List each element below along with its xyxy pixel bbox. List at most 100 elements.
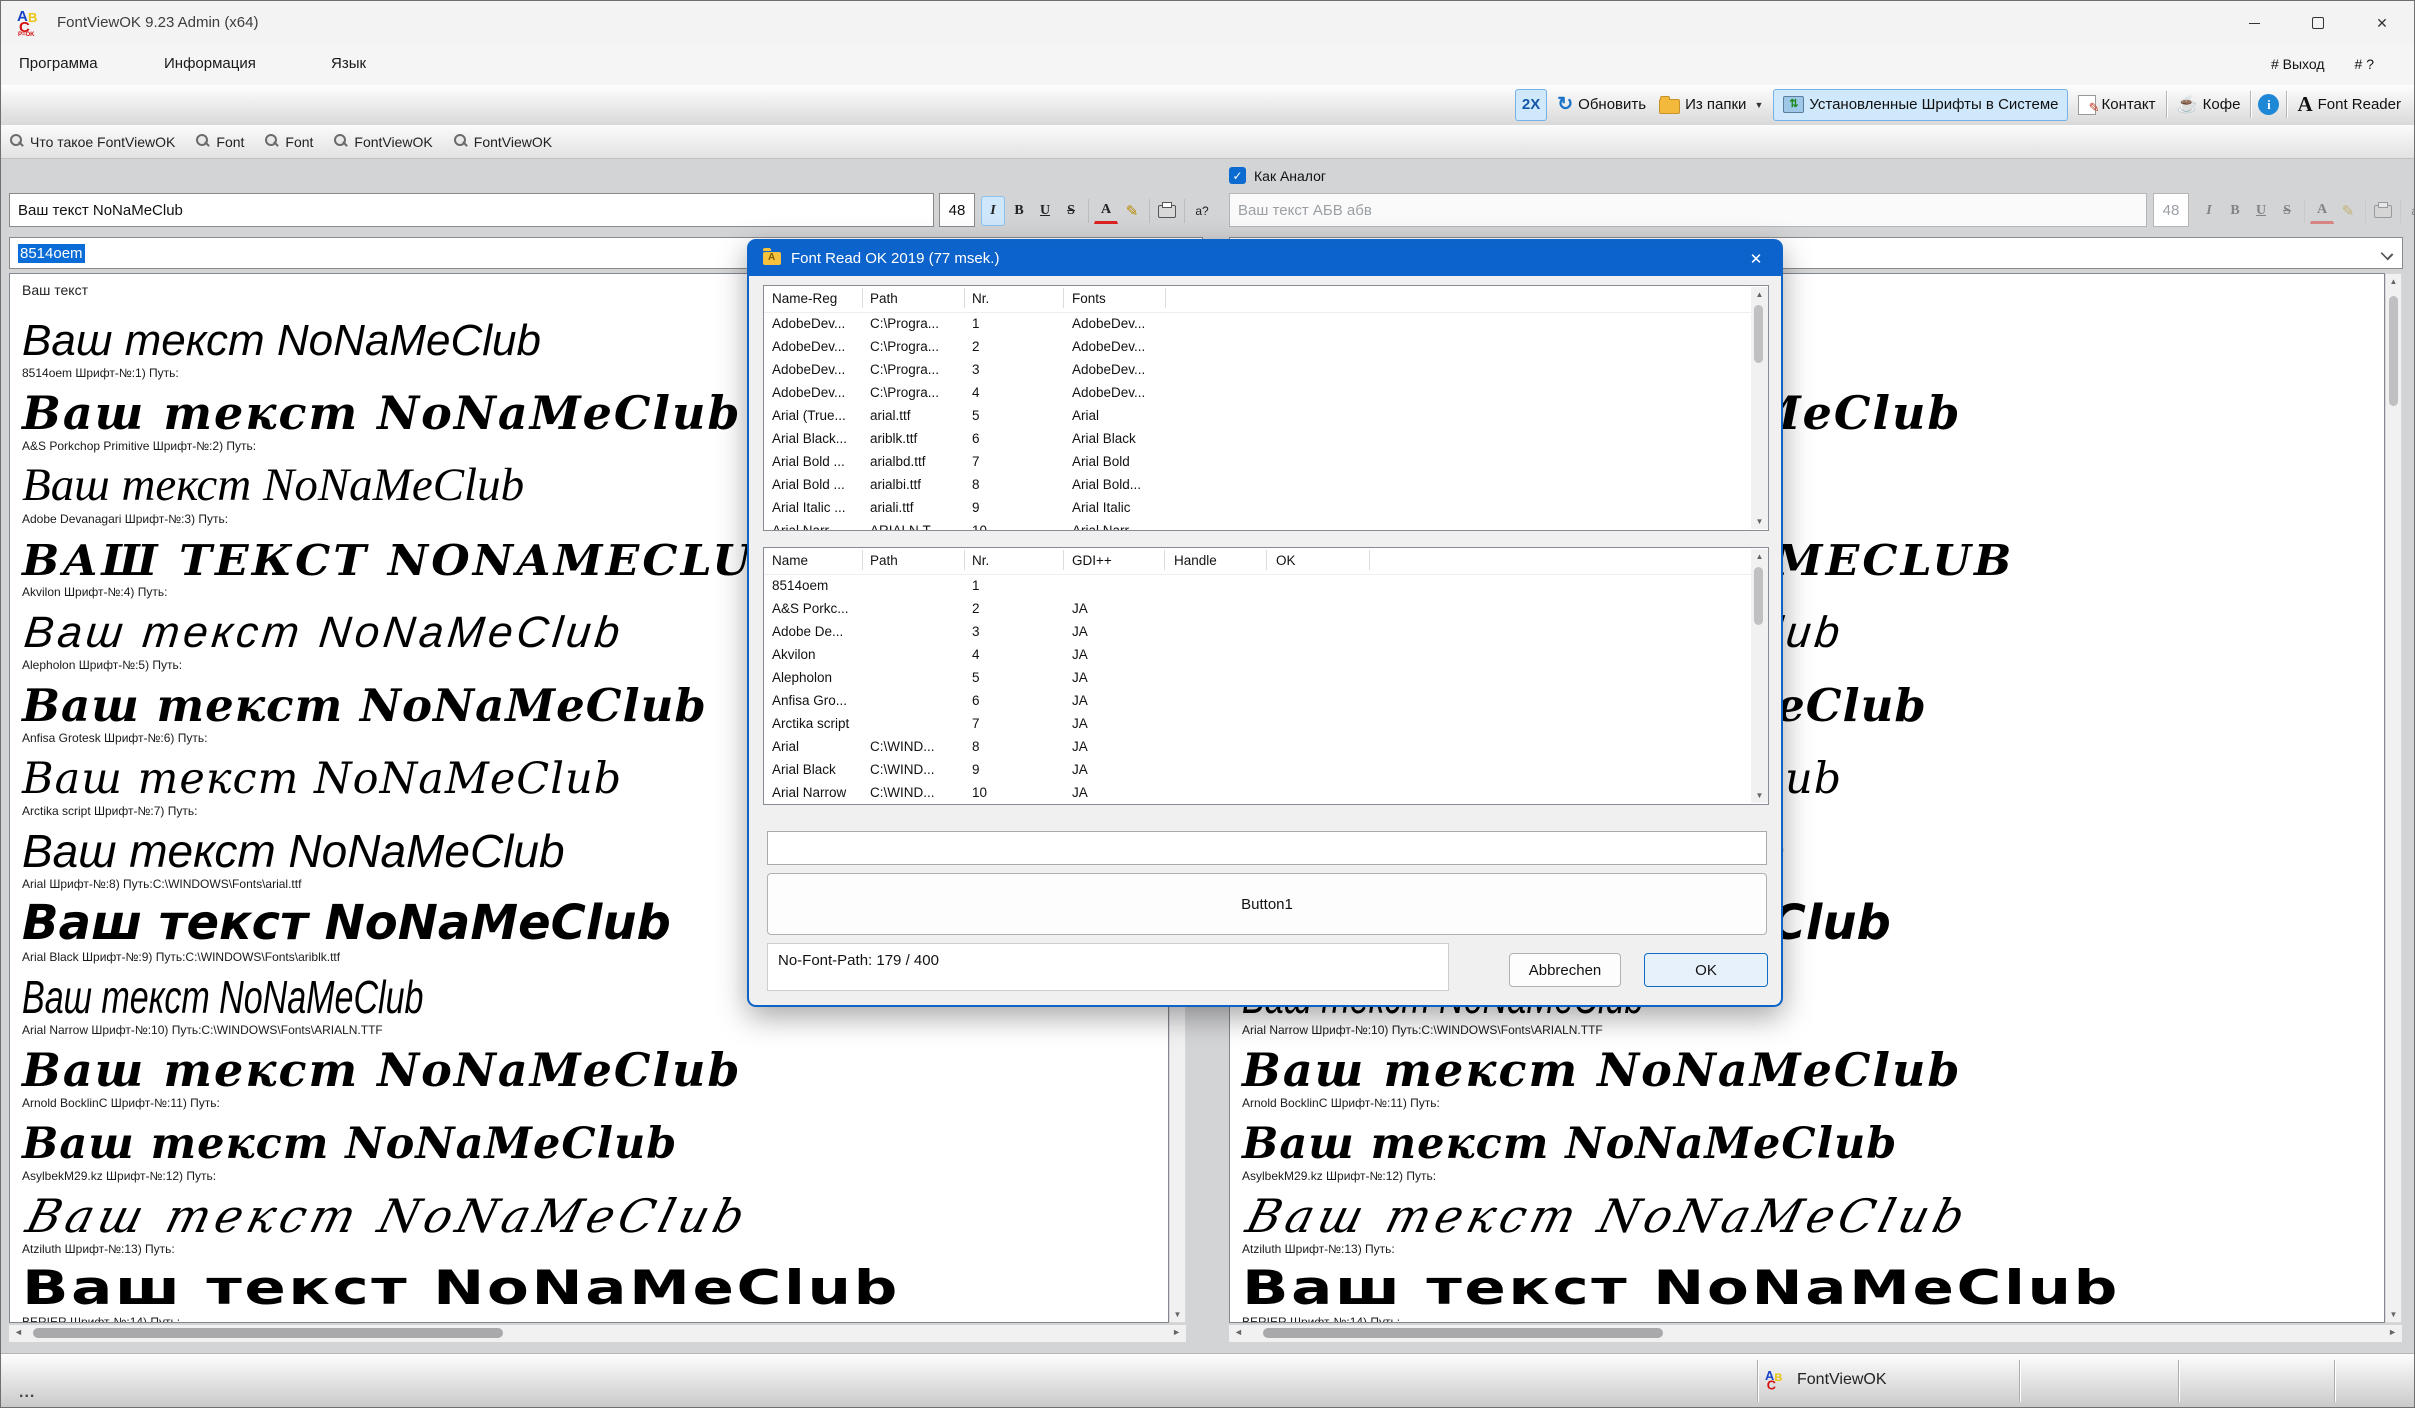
registry-fonts-table[interactable]: Name-Reg Path Nr. Fonts AdobeDev...C:\Progra…: [763, 285, 1769, 531]
horizontal-scrollbar-right[interactable]: ◄ ►: [1229, 1325, 2402, 1342]
table-row[interactable]: Arial (True...arial.ttf5Arial: [764, 405, 1768, 428]
column-header[interactable]: Fonts: [1072, 291, 1106, 306]
table-row[interactable]: Anfisa Gro...6JA: [764, 690, 1768, 713]
table-row[interactable]: Arial Bold ...arialbd.ttf7Arial Bold: [764, 451, 1768, 474]
font-preview-item[interactable]: Ваш текст NoNaMeClubBERIER Шрифт-№:14) П…: [22, 1259, 1168, 1323]
from-folder-button[interactable]: Из папки ▼: [1656, 90, 1766, 120]
analog-checkbox[interactable]: ✓: [1229, 167, 1246, 184]
font-preview-item[interactable]: Ваш текст NoNaMeClubAtziluth Шрифт-№:13)…: [22, 1186, 1168, 1259]
highlight-button[interactable]: ✎: [1120, 196, 1144, 226]
horizontal-scrollbar-left[interactable]: ◄ ►: [9, 1325, 1186, 1342]
zoom-2x-button[interactable]: 2X: [1515, 89, 1547, 121]
menu-program[interactable]: Программа: [19, 55, 98, 72]
table-row[interactable]: Arial NarrowC:\WIND...10JA: [764, 782, 1768, 805]
scroll-down-icon[interactable]: ▼: [1751, 517, 1768, 526]
column-header[interactable]: Nr.: [972, 553, 989, 568]
scroll-thumb[interactable]: [1263, 1328, 1663, 1338]
char-test-button[interactable]: a?: [1190, 196, 1214, 226]
font-size-box[interactable]: 48: [939, 193, 975, 227]
menu-exit[interactable]: # Выход: [2271, 56, 2325, 72]
column-header[interactable]: Name: [772, 553, 808, 568]
cancel-button[interactable]: Abbrechen: [1509, 953, 1621, 987]
column-header[interactable]: Nr.: [972, 291, 989, 306]
scroll-thumb[interactable]: [1754, 567, 1763, 625]
dialog-scrollbar-1[interactable]: ▲ ▼: [1751, 287, 1768, 529]
sample-text-input[interactable]: [9, 193, 934, 227]
column-header[interactable]: Path: [870, 553, 898, 568]
scroll-left-icon[interactable]: ◄: [14, 1327, 23, 1337]
highlight-button-right[interactable]: ✎: [2336, 196, 2360, 226]
scroll-thumb[interactable]: [2389, 296, 2398, 406]
table-row[interactable]: ArialC:\WIND...8JA: [764, 736, 1768, 759]
table-row[interactable]: Arctika script7JA: [764, 713, 1768, 736]
column-header[interactable]: Handle: [1174, 553, 1217, 568]
table-row[interactable]: Arial BlackC:\WIND...9JA: [764, 759, 1768, 782]
tab-what-is[interactable]: Что такое FontViewOK: [9, 134, 175, 150]
column-header[interactable]: Name-Reg: [772, 291, 837, 306]
analog-checkbox-row[interactable]: ✓ Как Аналог: [1229, 167, 1326, 184]
font-preview-item[interactable]: Ваш текст NoNaMeClubBERIER Шрифт-№:14) П…: [1242, 1259, 2384, 1323]
font-preview-item[interactable]: Ваш текст NoNaMeClubAsylbekM29.kz Шрифт-…: [1242, 1113, 2384, 1186]
contact-button[interactable]: Контакт: [2075, 90, 2158, 120]
scroll-thumb[interactable]: [1754, 305, 1763, 363]
dialog-title-bar[interactable]: Font Read OK 2019 (77 msek.) ✕: [749, 241, 1781, 276]
menu-language[interactable]: Язык: [331, 55, 366, 72]
print-button[interactable]: [1155, 196, 1179, 226]
table-row[interactable]: Alepholon5JA: [764, 667, 1768, 690]
tab-font-2[interactable]: Font: [264, 134, 313, 150]
coffee-button[interactable]: ☕ Кофе: [2174, 90, 2244, 120]
italic-button-right[interactable]: I: [2197, 196, 2221, 226]
dropdown-caret-icon[interactable]: ▼: [1754, 100, 1763, 110]
dialog-empty-field[interactable]: [767, 831, 1767, 865]
scroll-down-icon[interactable]: ▼: [2386, 1310, 2401, 1319]
bold-button-right[interactable]: B: [2223, 196, 2247, 226]
sample-text-input-right[interactable]: [1229, 193, 2147, 227]
no-font-path-field[interactable]: No-Font-Path: 179 / 400: [767, 943, 1449, 991]
table-row[interactable]: AdobeDev...C:\Progra...4AdobeDev...: [764, 382, 1768, 405]
strikethrough-button-right[interactable]: S: [2275, 196, 2299, 226]
menu-help[interactable]: # ?: [2355, 56, 2374, 72]
italic-button[interactable]: I: [981, 196, 1005, 226]
font-color-button[interactable]: A: [1094, 198, 1118, 224]
info-button[interactable]: i: [2258, 94, 2279, 115]
gdi-fonts-table[interactable]: NamePathNr.GDI++HandleOK8514oem1A&S Pork…: [763, 547, 1769, 805]
table-row[interactable]: Arial Narr...ARIALN.T...10Arial Narr...: [764, 520, 1768, 531]
dialog-scrollbar-2[interactable]: ▲ ▼: [1751, 549, 1768, 803]
maximize-button[interactable]: [2286, 1, 2350, 45]
font-size-box-right[interactable]: 48: [2153, 193, 2189, 227]
font-preview-item[interactable]: Ваш текст NoNaMeClubAsylbekM29.kz Шрифт-…: [22, 1113, 1168, 1186]
table-row[interactable]: AdobeDev...C:\Progra...1AdobeDev...: [764, 313, 1768, 336]
table-row[interactable]: A&S Porkc...2JA: [764, 598, 1768, 621]
underline-button[interactable]: U: [1033, 196, 1057, 226]
table-row[interactable]: Akvilon4JA: [764, 644, 1768, 667]
column-header[interactable]: GDI++: [1072, 553, 1112, 568]
scroll-down-icon[interactable]: ▼: [1170, 1310, 1185, 1319]
scroll-right-icon[interactable]: ►: [2388, 1327, 2397, 1337]
scroll-left-icon[interactable]: ◄: [1234, 1327, 1243, 1337]
dialog-close-button[interactable]: ✕: [1745, 248, 1767, 270]
scroll-up-icon[interactable]: ▲: [1751, 552, 1768, 561]
font-preview-item[interactable]: Ваш текст NoNaMeClubArnold BocklinC Шриф…: [1242, 1040, 2384, 1113]
minimize-button[interactable]: [2222, 1, 2286, 45]
font-reader-button[interactable]: A Font Reader: [2294, 90, 2404, 120]
table-row[interactable]: AdobeDev...C:\Progra...2AdobeDev...: [764, 336, 1768, 359]
font-color-button-right[interactable]: A: [2310, 198, 2334, 224]
installed-fonts-button[interactable]: ⇅ Установленные Шрифты в Системе: [1773, 89, 2068, 121]
font-preview-item[interactable]: Ваш текст NoNaMeClubAtziluth Шрифт-№:13)…: [1242, 1186, 2384, 1259]
button1[interactable]: Button1: [767, 873, 1767, 935]
column-header[interactable]: Path: [870, 291, 898, 306]
table-row[interactable]: Arial Black...ariblk.ttf6Arial Black: [764, 428, 1768, 451]
table-row[interactable]: 8514oem1: [764, 575, 1768, 598]
scroll-right-icon[interactable]: ►: [1172, 1327, 1181, 1337]
refresh-button[interactable]: ↻ Обновить: [1554, 90, 1649, 120]
scroll-down-icon[interactable]: ▼: [1751, 791, 1768, 800]
ok-button[interactable]: OK: [1644, 953, 1768, 987]
close-button[interactable]: ✕: [2350, 1, 2414, 45]
print-button-right[interactable]: [2371, 196, 2395, 226]
char-test-button-right[interactable]: a?: [2406, 196, 2415, 226]
strikethrough-button[interactable]: S: [1059, 196, 1083, 226]
tab-fontviewok-1[interactable]: FontViewOK: [333, 134, 432, 150]
tab-font-1[interactable]: Font: [195, 134, 244, 150]
scroll-thumb[interactable]: [33, 1328, 503, 1338]
table-row[interactable]: Arial Italic ...ariali.ttf9Arial Italic: [764, 497, 1768, 520]
